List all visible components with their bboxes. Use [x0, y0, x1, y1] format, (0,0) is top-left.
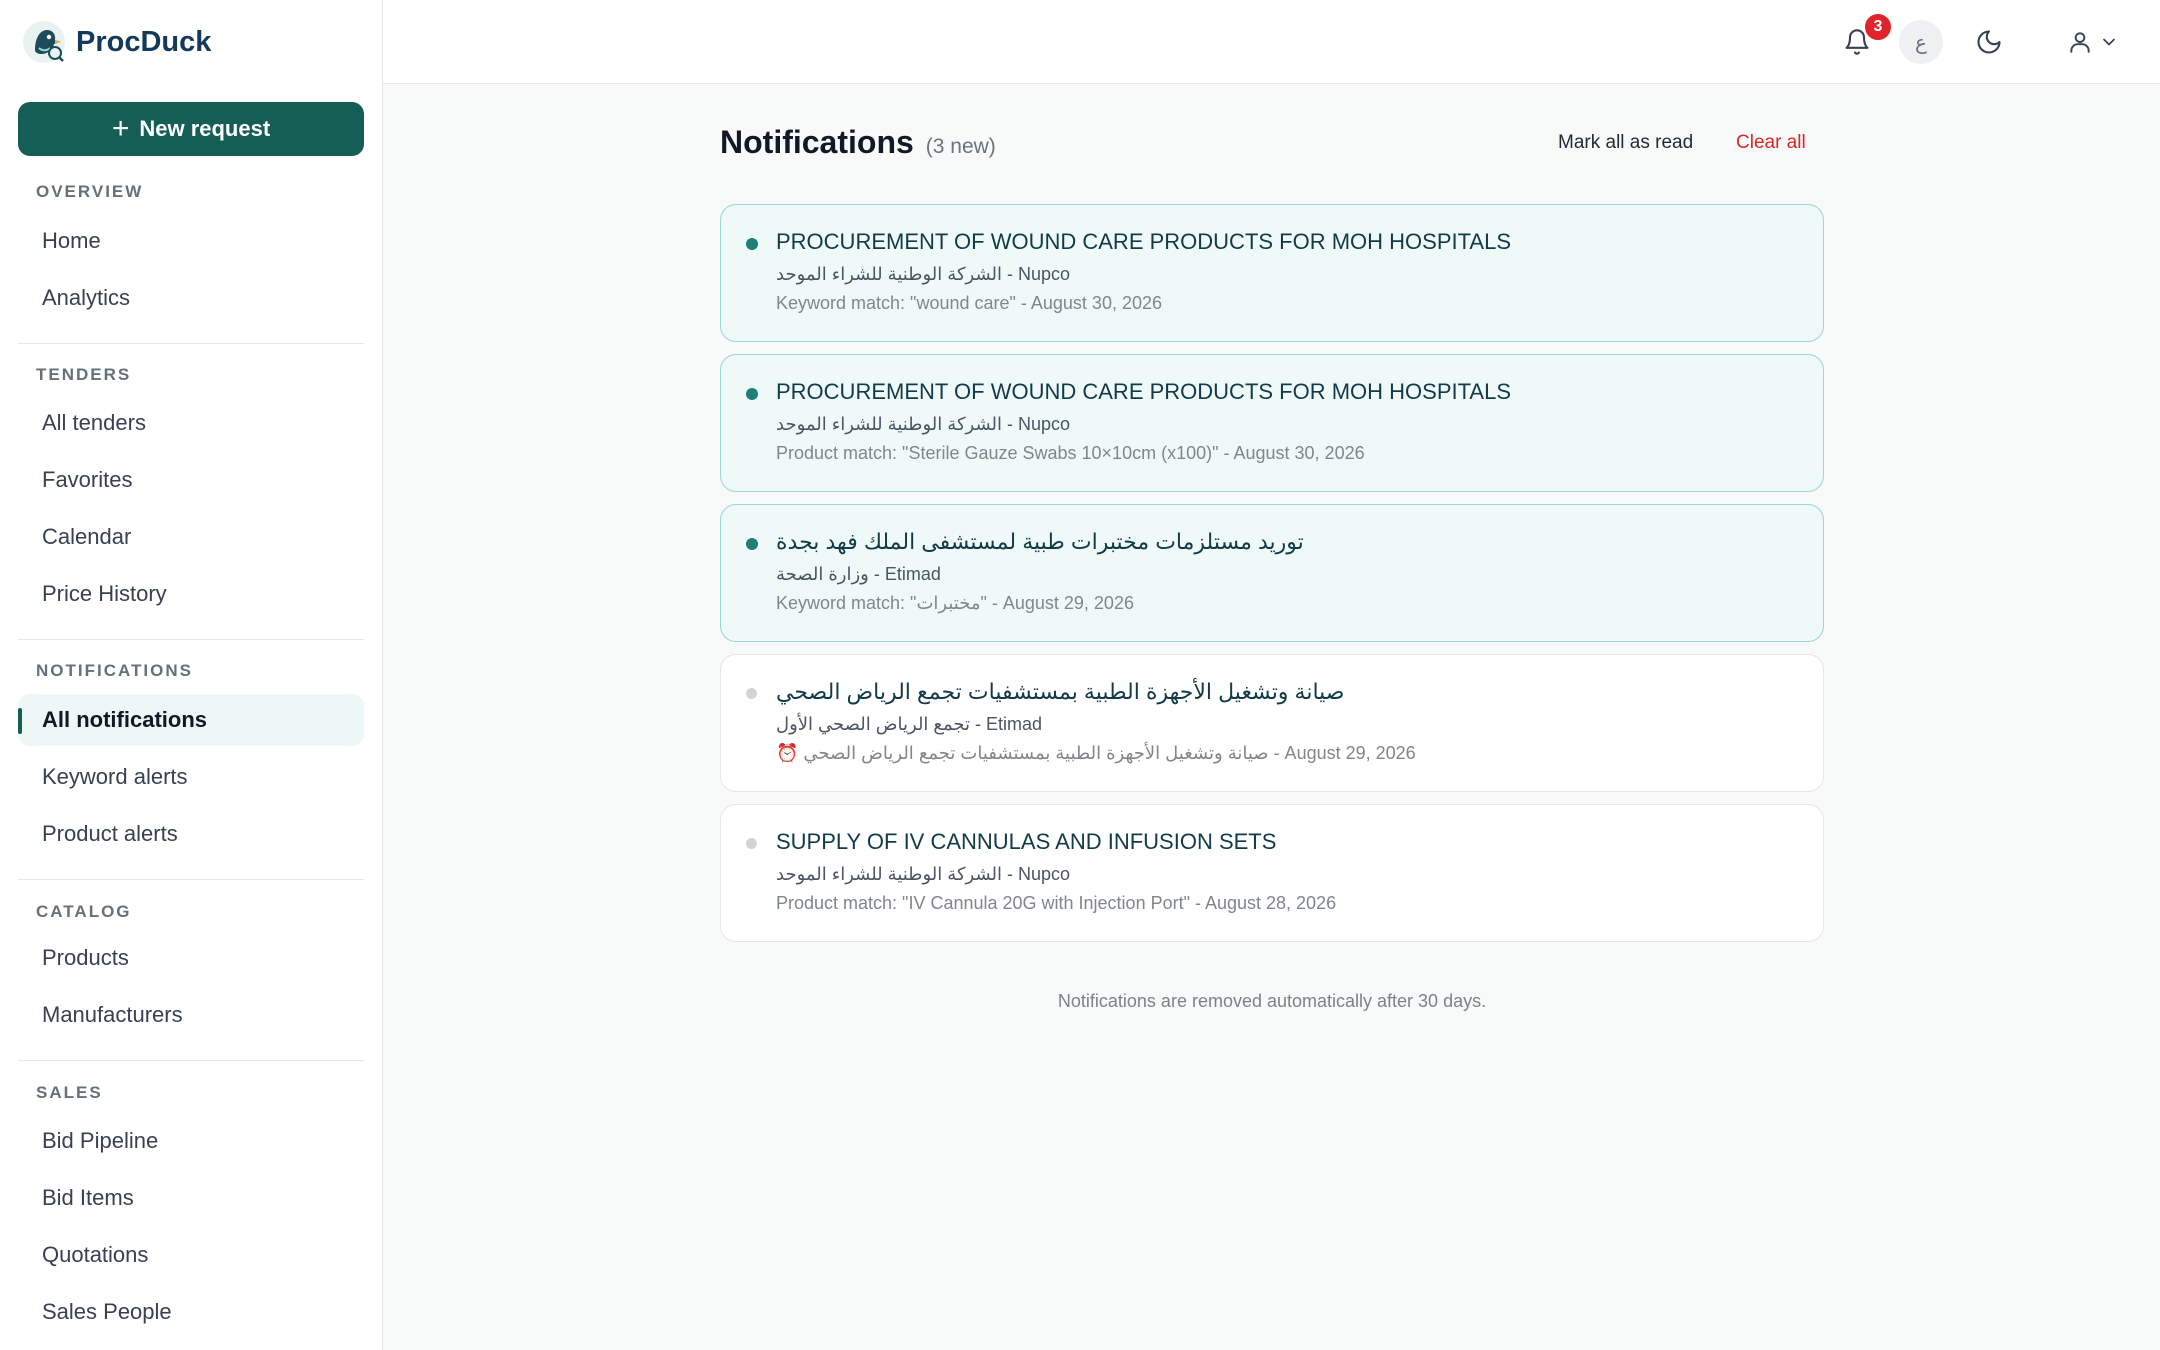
sidebar-item-favorites[interactable]: Favorites: [18, 454, 364, 506]
app-name: ProcDuck: [76, 25, 212, 58]
section-label-notifications: NOTIFICATIONS: [36, 661, 193, 680]
notifications-button[interactable]: 3: [1835, 12, 1893, 64]
section-label-catalog: CATALOG: [36, 902, 132, 921]
notification-title: PROCUREMENT OF WOUND CARE PRODUCTS FOR M…: [776, 379, 1512, 404]
sidebar-item-keyword-alerts[interactable]: Keyword alerts: [18, 751, 364, 803]
section-label-tenders: TENDERS: [36, 365, 132, 384]
sidebar-item-products[interactable]: Products: [18, 932, 364, 984]
notification-source: الشركة الوطنية للشراء الموحد - Nupco: [776, 264, 1071, 284]
brand[interactable]: ProcDuck: [22, 20, 211, 64]
sidebar-item-manufacturers[interactable]: Manufacturers: [18, 989, 364, 1041]
notification-source: الشركة الوطنية للشراء الموحد - Nupco: [776, 414, 1071, 434]
sidebar-item-sales-people[interactable]: Sales People: [18, 1286, 364, 1338]
sidebar-item-price-history[interactable]: Price History: [18, 568, 364, 620]
retention-footnote: Notifications are removed automatically …: [1057, 991, 1487, 1011]
section-label-sales: SALES: [36, 1083, 103, 1102]
new-request-label: New request: [139, 116, 271, 141]
notification-title: PROCUREMENT OF WOUND CARE PRODUCTS FOR M…: [776, 229, 1512, 254]
notification-title: صيانة وتشغيل الأجهزة الطبية بمستشفيات تج…: [776, 679, 1345, 704]
notification-meta: Product match: "IV Cannula 20G with Inje…: [776, 893, 1337, 913]
theme-toggle[interactable]: [1967, 20, 2011, 64]
notification-card[interactable]: توريد مستلزمات مختبرات طبية لمستشفى المل…: [720, 504, 1824, 642]
clear-all-button[interactable]: Clear all: [1736, 132, 1806, 154]
sidebar-item-bid-items[interactable]: Bid Items: [18, 1172, 364, 1224]
page-title-text: Notifications: [720, 124, 914, 160]
notification-card[interactable]: SUPPLY OF IV CANNULAS AND INFUSION SETS …: [720, 804, 1824, 942]
sidebar-item-all-notifications[interactable]: All notifications: [18, 694, 364, 746]
notification-source: وزارة الصحة - Etimad: [776, 564, 941, 584]
new-request-button[interactable]: + New request: [18, 102, 364, 156]
notification-title: توريد مستلزمات مختبرات طبية لمستشفى المل…: [776, 529, 1304, 554]
sidebar-item-bid-pipeline[interactable]: Bid Pipeline: [18, 1115, 364, 1167]
unread-dot: [746, 238, 758, 250]
sidebar: ProcDuck + New request OVERVIEW Home Ana…: [0, 0, 383, 1350]
notification-title: SUPPLY OF IV CANNULAS AND INFUSION SETS: [776, 829, 1277, 854]
sidebar-item-all-tenders[interactable]: All tenders: [18, 397, 364, 449]
notification-card[interactable]: صيانة وتشغيل الأجهزة الطبية بمستشفيات تج…: [720, 654, 1824, 792]
notification-meta: Keyword match: "مختبرات" - August 29, 20…: [776, 593, 1134, 613]
notification-source: تجمع الرياض الصحي الأول - Etimad: [776, 714, 1043, 734]
duck-logo-icon: [23, 21, 65, 63]
read-dot: [746, 688, 757, 699]
language-toggle[interactable]: ع: [1899, 20, 1943, 64]
chevron-down-icon: [2103, 38, 2115, 46]
sidebar-item-quotations[interactable]: Quotations: [18, 1229, 364, 1281]
notification-count-badge: 3: [1863, 12, 1893, 42]
notification-source: الشركة الوطنية للشراء الموحد - Nupco: [776, 864, 1071, 884]
sidebar-item-home[interactable]: Home: [18, 215, 364, 267]
sidebar-divider: [18, 343, 364, 344]
unread-dot: [746, 388, 758, 400]
sidebar-item-product-alerts[interactable]: Product alerts: [18, 808, 364, 860]
sidebar-item-calendar[interactable]: Calendar: [18, 511, 364, 563]
user-menu-button[interactable]: [2063, 20, 2123, 64]
moon-icon: [1977, 30, 2001, 54]
sidebar-item-analytics[interactable]: Analytics: [18, 272, 364, 324]
notification-card[interactable]: PROCUREMENT OF WOUND CARE PRODUCTS FOR M…: [720, 354, 1824, 492]
page-title: Notifications (3 new): [720, 124, 996, 161]
topbar: 3 ع: [383, 0, 2160, 84]
sidebar-divider: [18, 639, 364, 640]
plus-icon: +: [111, 112, 130, 145]
notification-meta: ⏰ صيانة وتشغيل الأجهزة الطبية بمستشفيات …: [776, 743, 1416, 763]
notification-meta: Keyword match: "wound care" - August 30,…: [776, 293, 1162, 313]
read-dot: [746, 838, 757, 849]
sidebar-divider: [18, 879, 364, 880]
user-icon: [2070, 32, 2090, 53]
mark-all-read-button[interactable]: Mark all as read: [1558, 132, 1693, 154]
sidebar-divider: [18, 1060, 364, 1061]
section-label-overview: OVERVIEW: [36, 182, 144, 201]
notification-meta: Product match: "Sterile Gauze Swabs 10×1…: [776, 443, 1365, 463]
unread-dot: [746, 538, 758, 550]
new-count: (3 new): [925, 135, 996, 158]
notification-card[interactable]: PROCUREMENT OF WOUND CARE PRODUCTS FOR M…: [720, 204, 1824, 342]
